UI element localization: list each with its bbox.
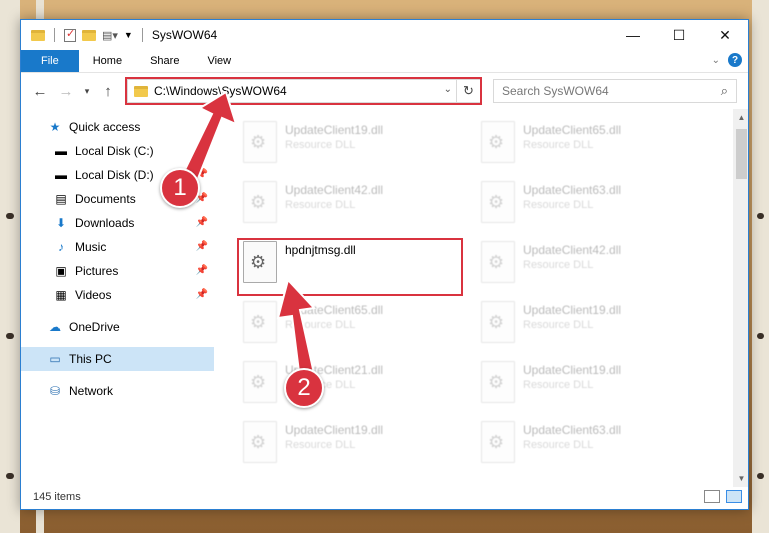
search-placeholder: Search SysWOW64: [502, 84, 609, 98]
file-item[interactable]: UpdateClient19.dllResource DLL: [243, 421, 383, 463]
file-highlight-box: [237, 238, 463, 296]
toolbar-dropdown-icon[interactable]: ▼: [124, 30, 133, 40]
file-item[interactable]: UpdateClient19.dllResource DLL: [481, 301, 621, 343]
folder-icon: [134, 85, 148, 97]
drive-icon: ▬: [55, 168, 67, 182]
step-1-badge: 1: [160, 168, 200, 208]
vertical-scrollbar[interactable]: ▲ ▼: [733, 109, 748, 487]
maximize-button[interactable]: ☐: [656, 20, 702, 50]
title-bar: ▤▾ ▼ SysWOW64 — ☐ ✕: [21, 20, 748, 50]
tab-home[interactable]: Home: [79, 50, 136, 72]
scroll-up-icon[interactable]: ▲: [733, 109, 748, 126]
folder-icon[interactable]: [31, 29, 45, 41]
nav-downloads[interactable]: ⬇ Downloads 📌: [21, 211, 214, 235]
file-item[interactable]: UpdateClient65.dllResource DLL: [481, 121, 621, 163]
computer-icon: ▭: [49, 352, 61, 366]
search-icon: ⌕: [720, 83, 728, 98]
quick-access-toolbar: ▤▾ ▼: [21, 27, 146, 42]
scroll-thumb[interactable]: [736, 129, 747, 179]
recent-locations-icon[interactable]: ▾: [81, 80, 93, 102]
pin-icon[interactable]: 📌: [196, 265, 208, 276]
file-list-area: UpdateClient19.dllResource DLL UpdateCli…: [215, 109, 748, 487]
nav-music[interactable]: ♪ Music 📌: [21, 235, 214, 259]
close-button[interactable]: ✕: [702, 20, 748, 50]
star-icon: ★: [49, 120, 61, 134]
large-icons-view-icon[interactable]: [726, 490, 742, 503]
dll-file-icon: [481, 241, 515, 283]
downloads-icon: ⬇: [55, 216, 67, 230]
pin-icon[interactable]: 📌: [196, 217, 208, 228]
status-bar: 145 items: [21, 485, 748, 509]
back-button[interactable]: ←: [29, 80, 51, 102]
dll-file-icon: [243, 301, 277, 343]
search-input[interactable]: Search SysWOW64 ⌕: [493, 79, 737, 103]
address-dropdown-icon[interactable]: ⌄: [444, 84, 452, 95]
item-count: 145 items: [33, 491, 81, 503]
ribbon-tabs: File Home Share View ⌄ ?: [21, 50, 748, 73]
pictures-icon: ▣: [55, 264, 67, 278]
tab-file[interactable]: File: [21, 50, 79, 72]
tab-view[interactable]: View: [193, 50, 245, 72]
help-icon[interactable]: ?: [728, 53, 742, 67]
file-item[interactable]: UpdateClient63.dllResource DLL: [481, 421, 621, 463]
refresh-icon[interactable]: ↻: [456, 80, 480, 102]
nav-network[interactable]: ⛁ Network: [21, 379, 214, 403]
dll-file-icon: [243, 181, 277, 223]
dll-file-icon: [481, 181, 515, 223]
dll-file-icon: [481, 301, 515, 343]
pin-icon[interactable]: 📌: [196, 241, 208, 252]
file-item[interactable]: UpdateClient63.dllResource DLL: [481, 181, 621, 223]
dll-file-icon: [481, 421, 515, 463]
customize-toolbar-icon[interactable]: ▤▾: [102, 29, 118, 42]
address-bar[interactable]: C:\Windows\SysWOW64 ⌄ ↻: [127, 79, 481, 103]
step-2-badge: 2: [284, 368, 324, 408]
navigation-pane: ★ Quick access ▬ Local Disk (C:) 📌 ▬ Loc…: [21, 109, 215, 487]
new-folder-icon[interactable]: [82, 29, 96, 41]
nav-pictures[interactable]: ▣ Pictures 📌: [21, 259, 214, 283]
nav-onedrive[interactable]: ☁ OneDrive: [21, 315, 214, 339]
file-explorer-window: ▤▾ ▼ SysWOW64 — ☐ ✕ File Home Share View…: [20, 19, 749, 510]
music-icon: ♪: [58, 240, 64, 254]
up-button[interactable]: ↑: [97, 80, 119, 102]
pin-icon[interactable]: 📌: [196, 145, 208, 156]
file-item[interactable]: UpdateClient19.dllResource DLL: [243, 121, 383, 163]
address-row: ← → ▾ ↑ C:\Windows\SysWOW64 ⌄ ↻ Search S…: [21, 73, 748, 109]
details-view-icon[interactable]: [704, 490, 720, 503]
dll-file-icon: [243, 121, 277, 163]
drive-icon: ▬: [55, 144, 67, 158]
pin-icon[interactable]: 📌: [196, 289, 208, 300]
cloud-icon: ☁: [49, 320, 61, 334]
dll-file-icon: [243, 421, 277, 463]
nav-videos[interactable]: ▦ Videos 📌: [21, 283, 214, 307]
documents-icon: ▤: [55, 192, 67, 206]
nav-local-disk-c[interactable]: ▬ Local Disk (C:) 📌: [21, 139, 214, 163]
nav-this-pc[interactable]: ▭ This PC: [21, 347, 214, 371]
file-item[interactable]: UpdateClient42.dllResource DLL: [481, 241, 621, 283]
dll-file-icon: [481, 121, 515, 163]
minimize-button[interactable]: —: [610, 20, 656, 50]
properties-icon[interactable]: [64, 27, 76, 42]
tab-share[interactable]: Share: [136, 50, 193, 72]
file-item[interactable]: UpdateClient19.dllResource DLL: [481, 361, 621, 403]
file-item[interactable]: UpdateClient65.dllResource DLL: [243, 301, 383, 343]
forward-button[interactable]: →: [55, 80, 77, 102]
expand-ribbon-icon[interactable]: ⌄: [712, 55, 720, 66]
videos-icon: ▦: [55, 288, 67, 302]
dll-file-icon: [481, 361, 515, 403]
network-icon: ⛁: [49, 384, 61, 398]
address-path[interactable]: C:\Windows\SysWOW64: [154, 84, 287, 98]
window-title: SysWOW64: [151, 28, 218, 42]
file-item[interactable]: UpdateClient42.dllResource DLL: [243, 181, 383, 223]
nav-quick-access[interactable]: ★ Quick access: [21, 115, 214, 139]
dll-file-icon: [243, 361, 277, 403]
